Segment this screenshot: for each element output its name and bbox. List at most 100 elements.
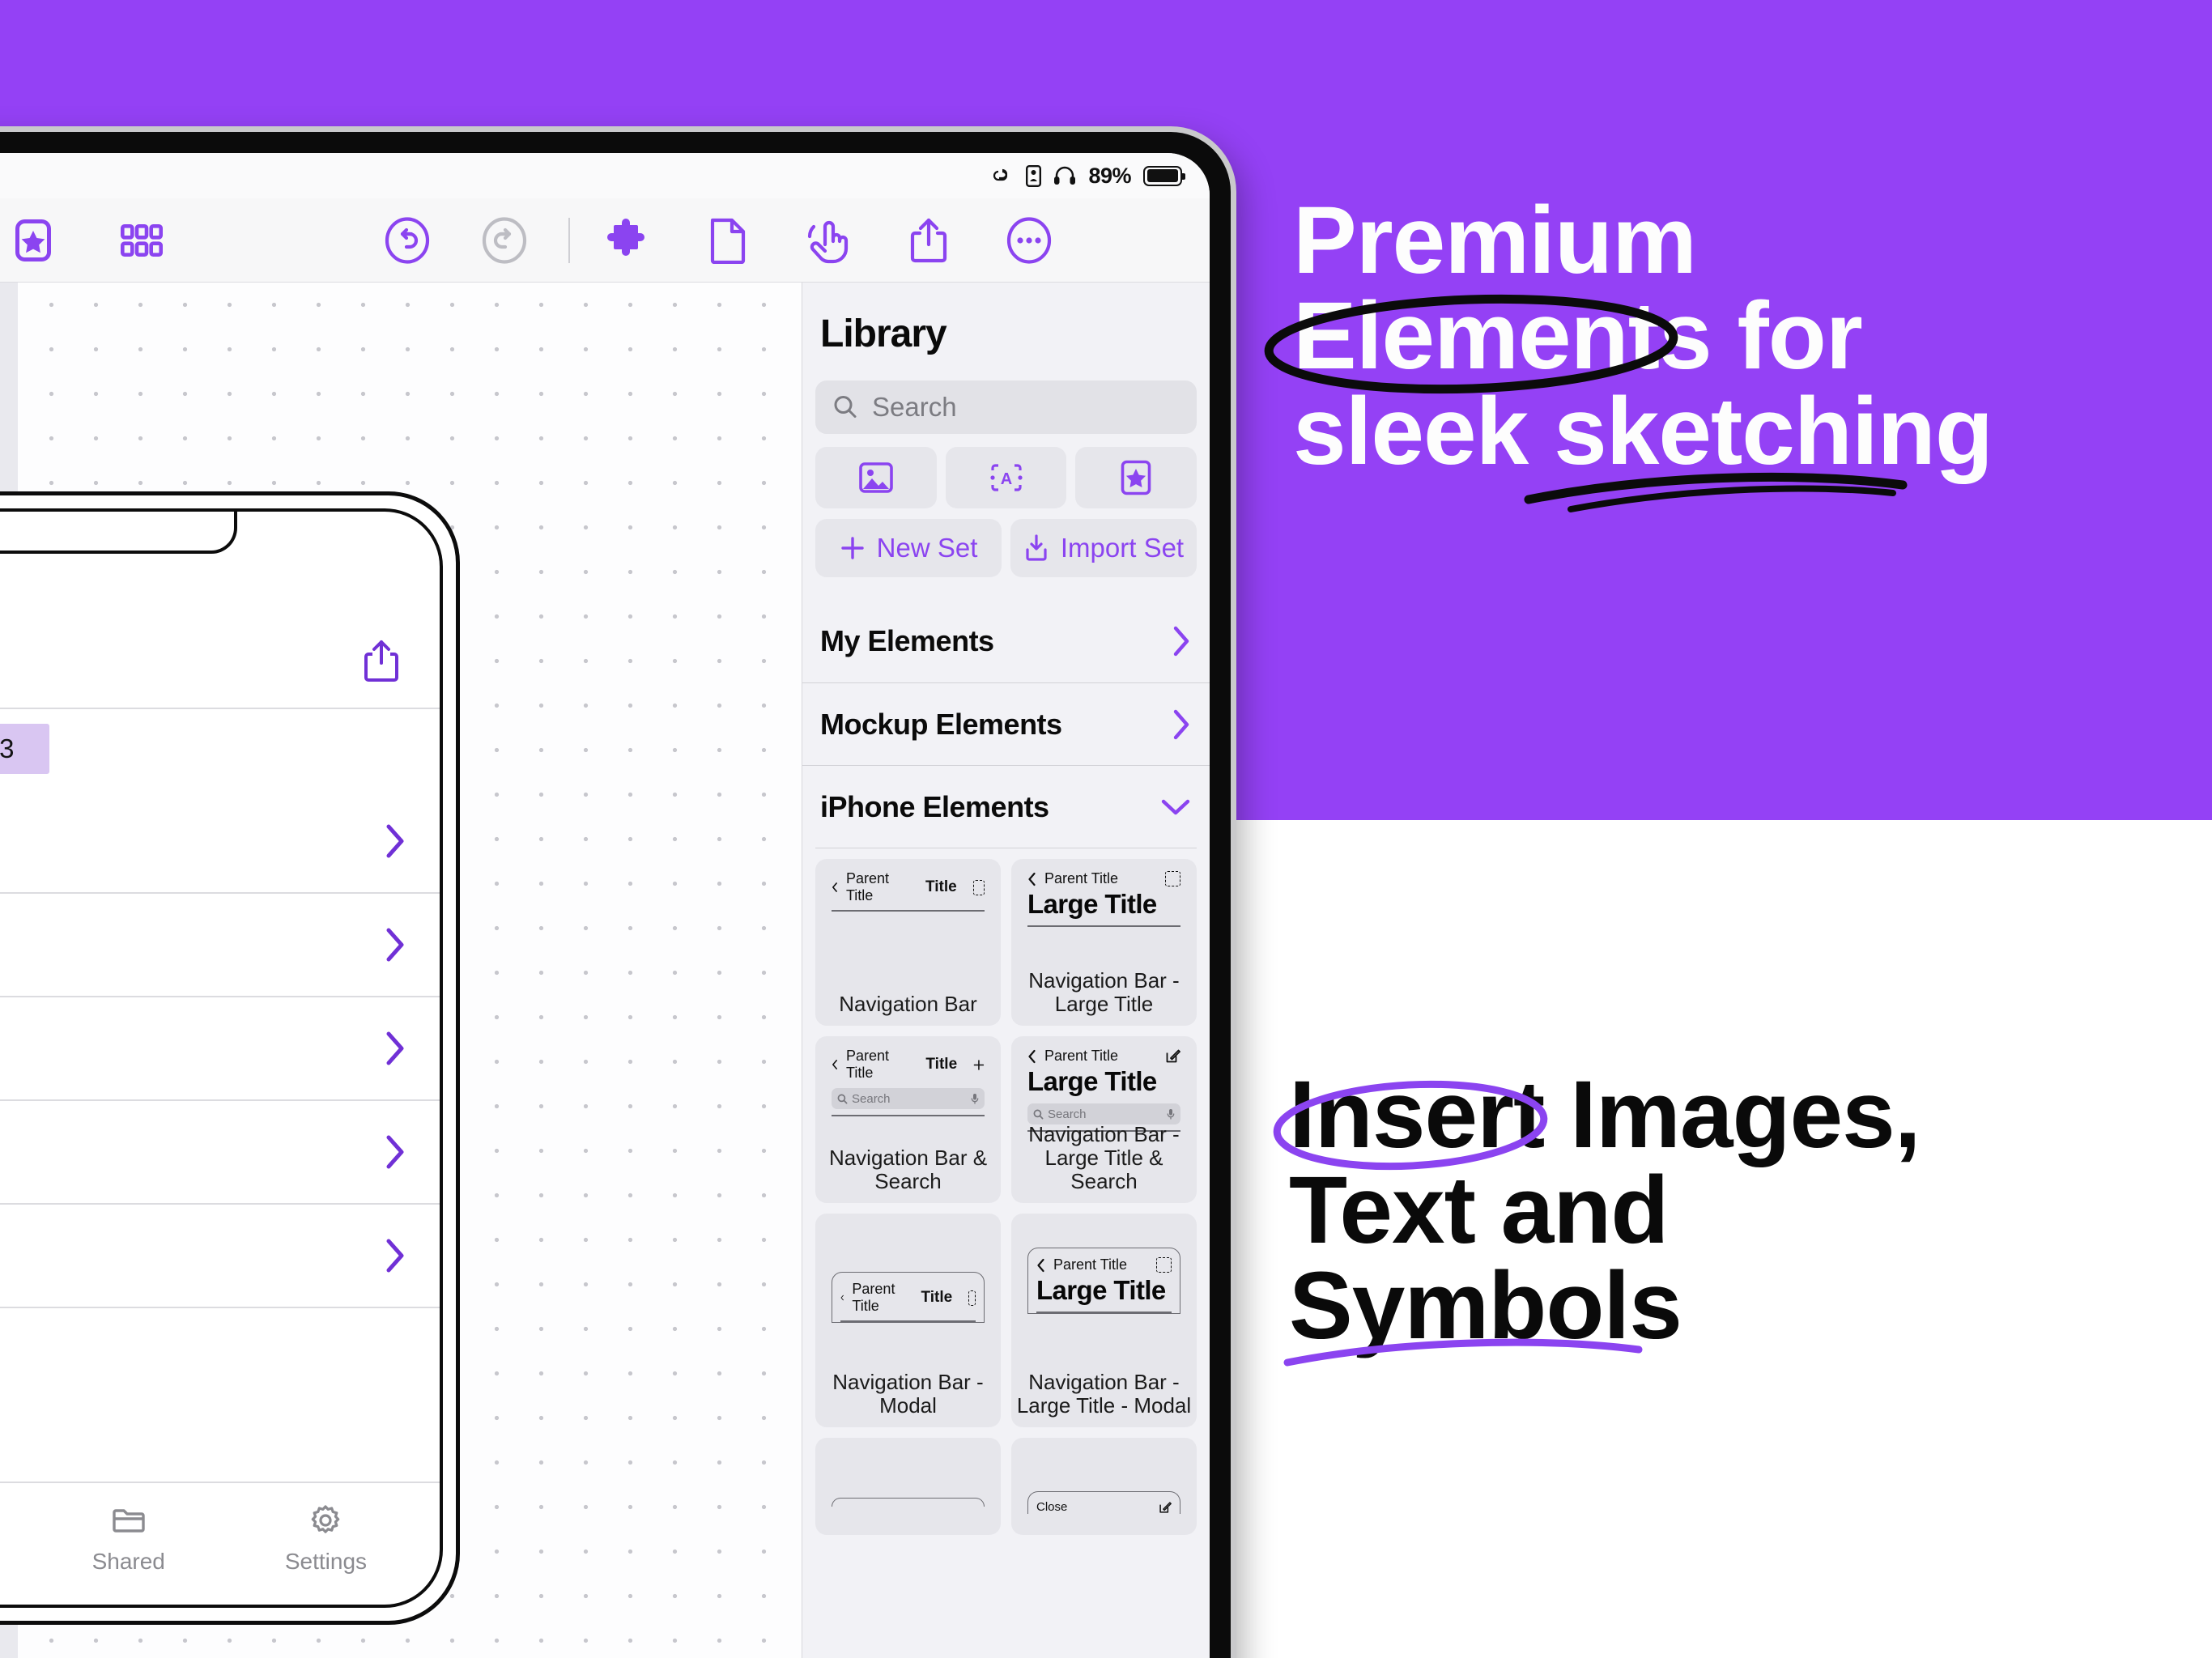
card-parent-title: Parent Title (846, 1048, 890, 1081)
tab-label: Settings (284, 1549, 368, 1574)
card-parent-title: Parent Title (1044, 1048, 1119, 1064)
section-label: Mockup Elements (820, 707, 1062, 741)
gear-icon (312, 1505, 340, 1533)
chevron-right-icon (386, 824, 404, 858)
library-set-buttons: New Set Import Set (815, 519, 1197, 577)
promo-headline-primary: Premium Elements for sleek sketching (1293, 187, 1993, 485)
chevron-right-icon (1173, 626, 1189, 657)
element-card[interactable]: Parent Title Large Title Navigation Bar … (1011, 859, 1197, 1026)
sim-icon (1026, 164, 1042, 187)
section-label: iPhone Elements (820, 789, 1049, 823)
insert-image-button[interactable] (815, 447, 937, 508)
element-card[interactable]: Close (1011, 1438, 1197, 1535)
chevron-right-icon (1173, 709, 1189, 739)
tab-settings[interactable]: Settings (285, 1502, 367, 1575)
new-set-label: New Set (876, 533, 978, 563)
phone-segmented-control[interactable]: Seg 1 Seg 2 Seg 3 (0, 724, 49, 774)
compose-icon (1159, 1501, 1172, 1513)
insert-symbol-button[interactable] (1075, 447, 1197, 508)
library-type-buttons: A (815, 447, 1197, 508)
dashed-square-icon (1165, 871, 1180, 886)
chevron-left-icon (832, 1060, 837, 1069)
share-icon[interactable] (905, 217, 952, 264)
card-parent-title: Parent Title (1044, 870, 1119, 886)
phone-nav-bar: App (0, 614, 440, 709)
card-label: Navigation Bar - Modal (832, 1369, 984, 1418)
compose-icon (1166, 1049, 1180, 1063)
dashed-square-icon (968, 1290, 976, 1306)
redo-icon[interactable] (481, 216, 528, 264)
card-label: Navigation Bar (839, 991, 977, 1016)
hand-pointer-icon[interactable] (805, 217, 852, 264)
element-card[interactable]: Parent Title Large Title Navigation Bar … (1011, 1214, 1197, 1427)
card-title: Title (925, 878, 957, 895)
more-icon[interactable] (1006, 216, 1053, 264)
folder-icon (113, 1509, 145, 1533)
ipad-device: 89% 3 Shared Settings Library Search A N… (0, 132, 1231, 1658)
phone-tab-bar: s Search (0, 1482, 440, 1605)
status-bar: 89% (0, 153, 1210, 198)
toolbar-divider (568, 217, 570, 263)
list-item[interactable]: Title Secondary text goes here... (0, 894, 440, 997)
element-card[interactable]: Parent Title Large Title Search Navigati… (1011, 1036, 1197, 1203)
list-item[interactable]: Title Secondary text goes here... (0, 1101, 440, 1205)
puzzle-icon[interactable] (604, 217, 651, 264)
headphones-icon (1054, 166, 1076, 185)
sidebar-item-mockup-elements[interactable]: Mockup Elements (802, 682, 1210, 765)
card-label: Navigation Bar - Large Title - Modal (1016, 1369, 1192, 1418)
import-icon (1026, 534, 1047, 561)
sketch-canvas[interactable]: App Seg 1 Seg 2 Seg 3 (0, 283, 802, 1658)
text-box-icon: A (989, 464, 1023, 491)
search-placeholder: Search (872, 392, 957, 422)
card-title: Large Title (1027, 1066, 1157, 1096)
list-item[interactable]: Title Here Secondary text goes here... (0, 790, 440, 894)
card-parent-title: Parent Title (852, 1281, 895, 1314)
import-set-button[interactable]: Import Set (1010, 519, 1197, 577)
chevron-right-icon (386, 1135, 404, 1169)
chevron-right-icon (386, 928, 404, 962)
card-star-icon[interactable] (10, 217, 57, 264)
link-icon (993, 168, 1008, 181)
tab-shared[interactable]: Shared (92, 1502, 165, 1575)
section-label: My Elements (820, 624, 994, 657)
segment-3[interactable]: Seg 3 (0, 724, 49, 774)
document-icon[interactable] (704, 217, 751, 264)
card-title: Title (925, 1056, 958, 1073)
image-icon (859, 462, 893, 493)
chevron-left-icon (832, 882, 837, 892)
search-icon (1033, 1109, 1044, 1119)
grid-icon[interactable] (118, 217, 165, 264)
element-card[interactable]: Parent Title Title Search Navigation Bar… (815, 1036, 1001, 1203)
dashed-square-icon (1156, 1257, 1172, 1273)
search-icon (837, 1094, 848, 1103)
search-icon (834, 396, 857, 418)
search-input[interactable]: Search (815, 380, 1197, 434)
page-title: Library (820, 312, 947, 355)
sidebar-item-my-elements[interactable]: My Elements (802, 600, 1210, 682)
dashed-square-icon (972, 879, 985, 895)
library-panel: Library Search A New Set Import Set My E… (802, 283, 1210, 1658)
symbol-card-icon (1121, 460, 1151, 495)
share-icon[interactable] (360, 637, 402, 684)
microphone-icon (1167, 1109, 1175, 1120)
undo-icon[interactable] (384, 216, 431, 264)
promo-headline-secondary: Insert Images, Text and Symbols (1289, 1061, 1921, 1359)
plus-icon (973, 1059, 985, 1070)
element-card[interactable]: Parent Title Title Navigation Bar (815, 859, 1001, 1026)
card-parent-title: Parent Title (845, 870, 890, 903)
insert-text-button[interactable]: A (945, 447, 1067, 508)
list-item[interactable]: Title Secondary text goes here... (0, 997, 440, 1101)
chevron-left-icon (1028, 1049, 1036, 1063)
chevron-right-icon (386, 1031, 404, 1065)
phone-mockup[interactable]: App Seg 1 Seg 2 Seg 3 (0, 491, 460, 1625)
element-card[interactable]: Parent Title Title Navigation Bar - Moda… (815, 1214, 1001, 1427)
chevron-left-icon (1028, 872, 1036, 886)
card-label: Navigation Bar - Large Title & Search (1028, 1121, 1180, 1193)
list-item[interactable]: Title Secondary text goes here... (0, 1205, 440, 1308)
sidebar-item-iphone-elements[interactable]: iPhone Elements (802, 765, 1210, 848)
element-card-grid: Parent Title Title Navigation Bar Parent… (815, 848, 1197, 1535)
ipad-screen: 89% 3 Shared Settings Library Search A N… (0, 153, 1210, 1658)
element-card[interactable] (815, 1438, 1001, 1535)
chevron-left-icon (840, 1295, 844, 1301)
new-set-button[interactable]: New Set (815, 519, 1002, 577)
